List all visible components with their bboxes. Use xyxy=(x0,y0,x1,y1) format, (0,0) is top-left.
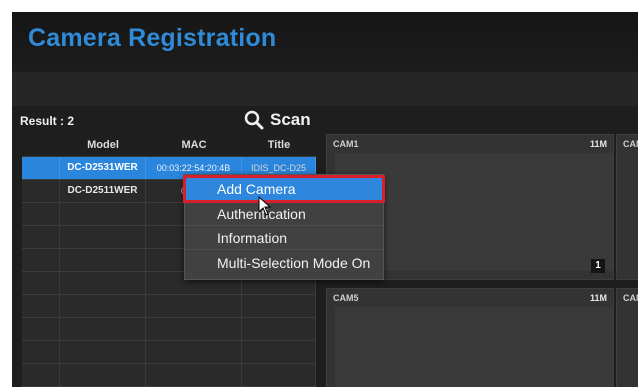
camera-preview xyxy=(335,307,613,387)
column-header-select xyxy=(22,134,60,156)
page-title: Camera Registration xyxy=(28,24,277,52)
header-band xyxy=(12,72,638,106)
camera-resolution: 11M xyxy=(589,293,607,303)
row-select-cell[interactable] xyxy=(22,180,60,202)
camera-tile-partial[interactable]: CAM xyxy=(616,134,638,280)
camera-name: CAM xyxy=(623,293,638,303)
result-count: Result : 2 xyxy=(20,114,75,128)
empty-table-row xyxy=(22,295,316,318)
camera-number-badge: 1 xyxy=(591,259,605,273)
empty-table-row xyxy=(22,341,316,364)
model-cell: DC-D2531WER xyxy=(60,157,146,179)
column-header-model: Model xyxy=(87,139,119,151)
context-menu: Add Camera Authentication Information Mu… xyxy=(183,174,385,280)
camera-name: CAM1 xyxy=(333,139,359,149)
row-select-cell[interactable] xyxy=(22,157,60,179)
model-cell: DC-D2511WER xyxy=(60,180,146,202)
search-icon xyxy=(244,110,264,130)
camera-tile-partial[interactable]: CAM xyxy=(616,288,638,387)
column-header-title: Title xyxy=(267,139,291,151)
camera-resolution: 11M xyxy=(589,139,607,149)
mouse-cursor-icon xyxy=(258,196,272,216)
menu-item-information[interactable]: Information xyxy=(185,226,383,250)
column-header-mac: MAC xyxy=(181,139,207,151)
camera-name: CAM xyxy=(623,139,638,149)
empty-table-row xyxy=(22,364,316,387)
menu-item-authentication[interactable]: Authentication xyxy=(185,202,383,226)
menu-item-multi-selection[interactable]: Multi-Selection Mode On xyxy=(185,251,383,275)
camera-name: CAM5 xyxy=(333,293,359,303)
header-bar: Camera Registration xyxy=(12,12,638,72)
table-header: Model MAC Title xyxy=(22,134,316,157)
camera-tile-cam5[interactable]: CAM5 11M xyxy=(326,288,614,387)
menu-item-add-camera[interactable]: Add Camera xyxy=(183,175,385,203)
scan-label: Scan xyxy=(270,110,311,129)
empty-table-row xyxy=(22,318,316,341)
scan-button[interactable]: Scan xyxy=(244,108,311,132)
